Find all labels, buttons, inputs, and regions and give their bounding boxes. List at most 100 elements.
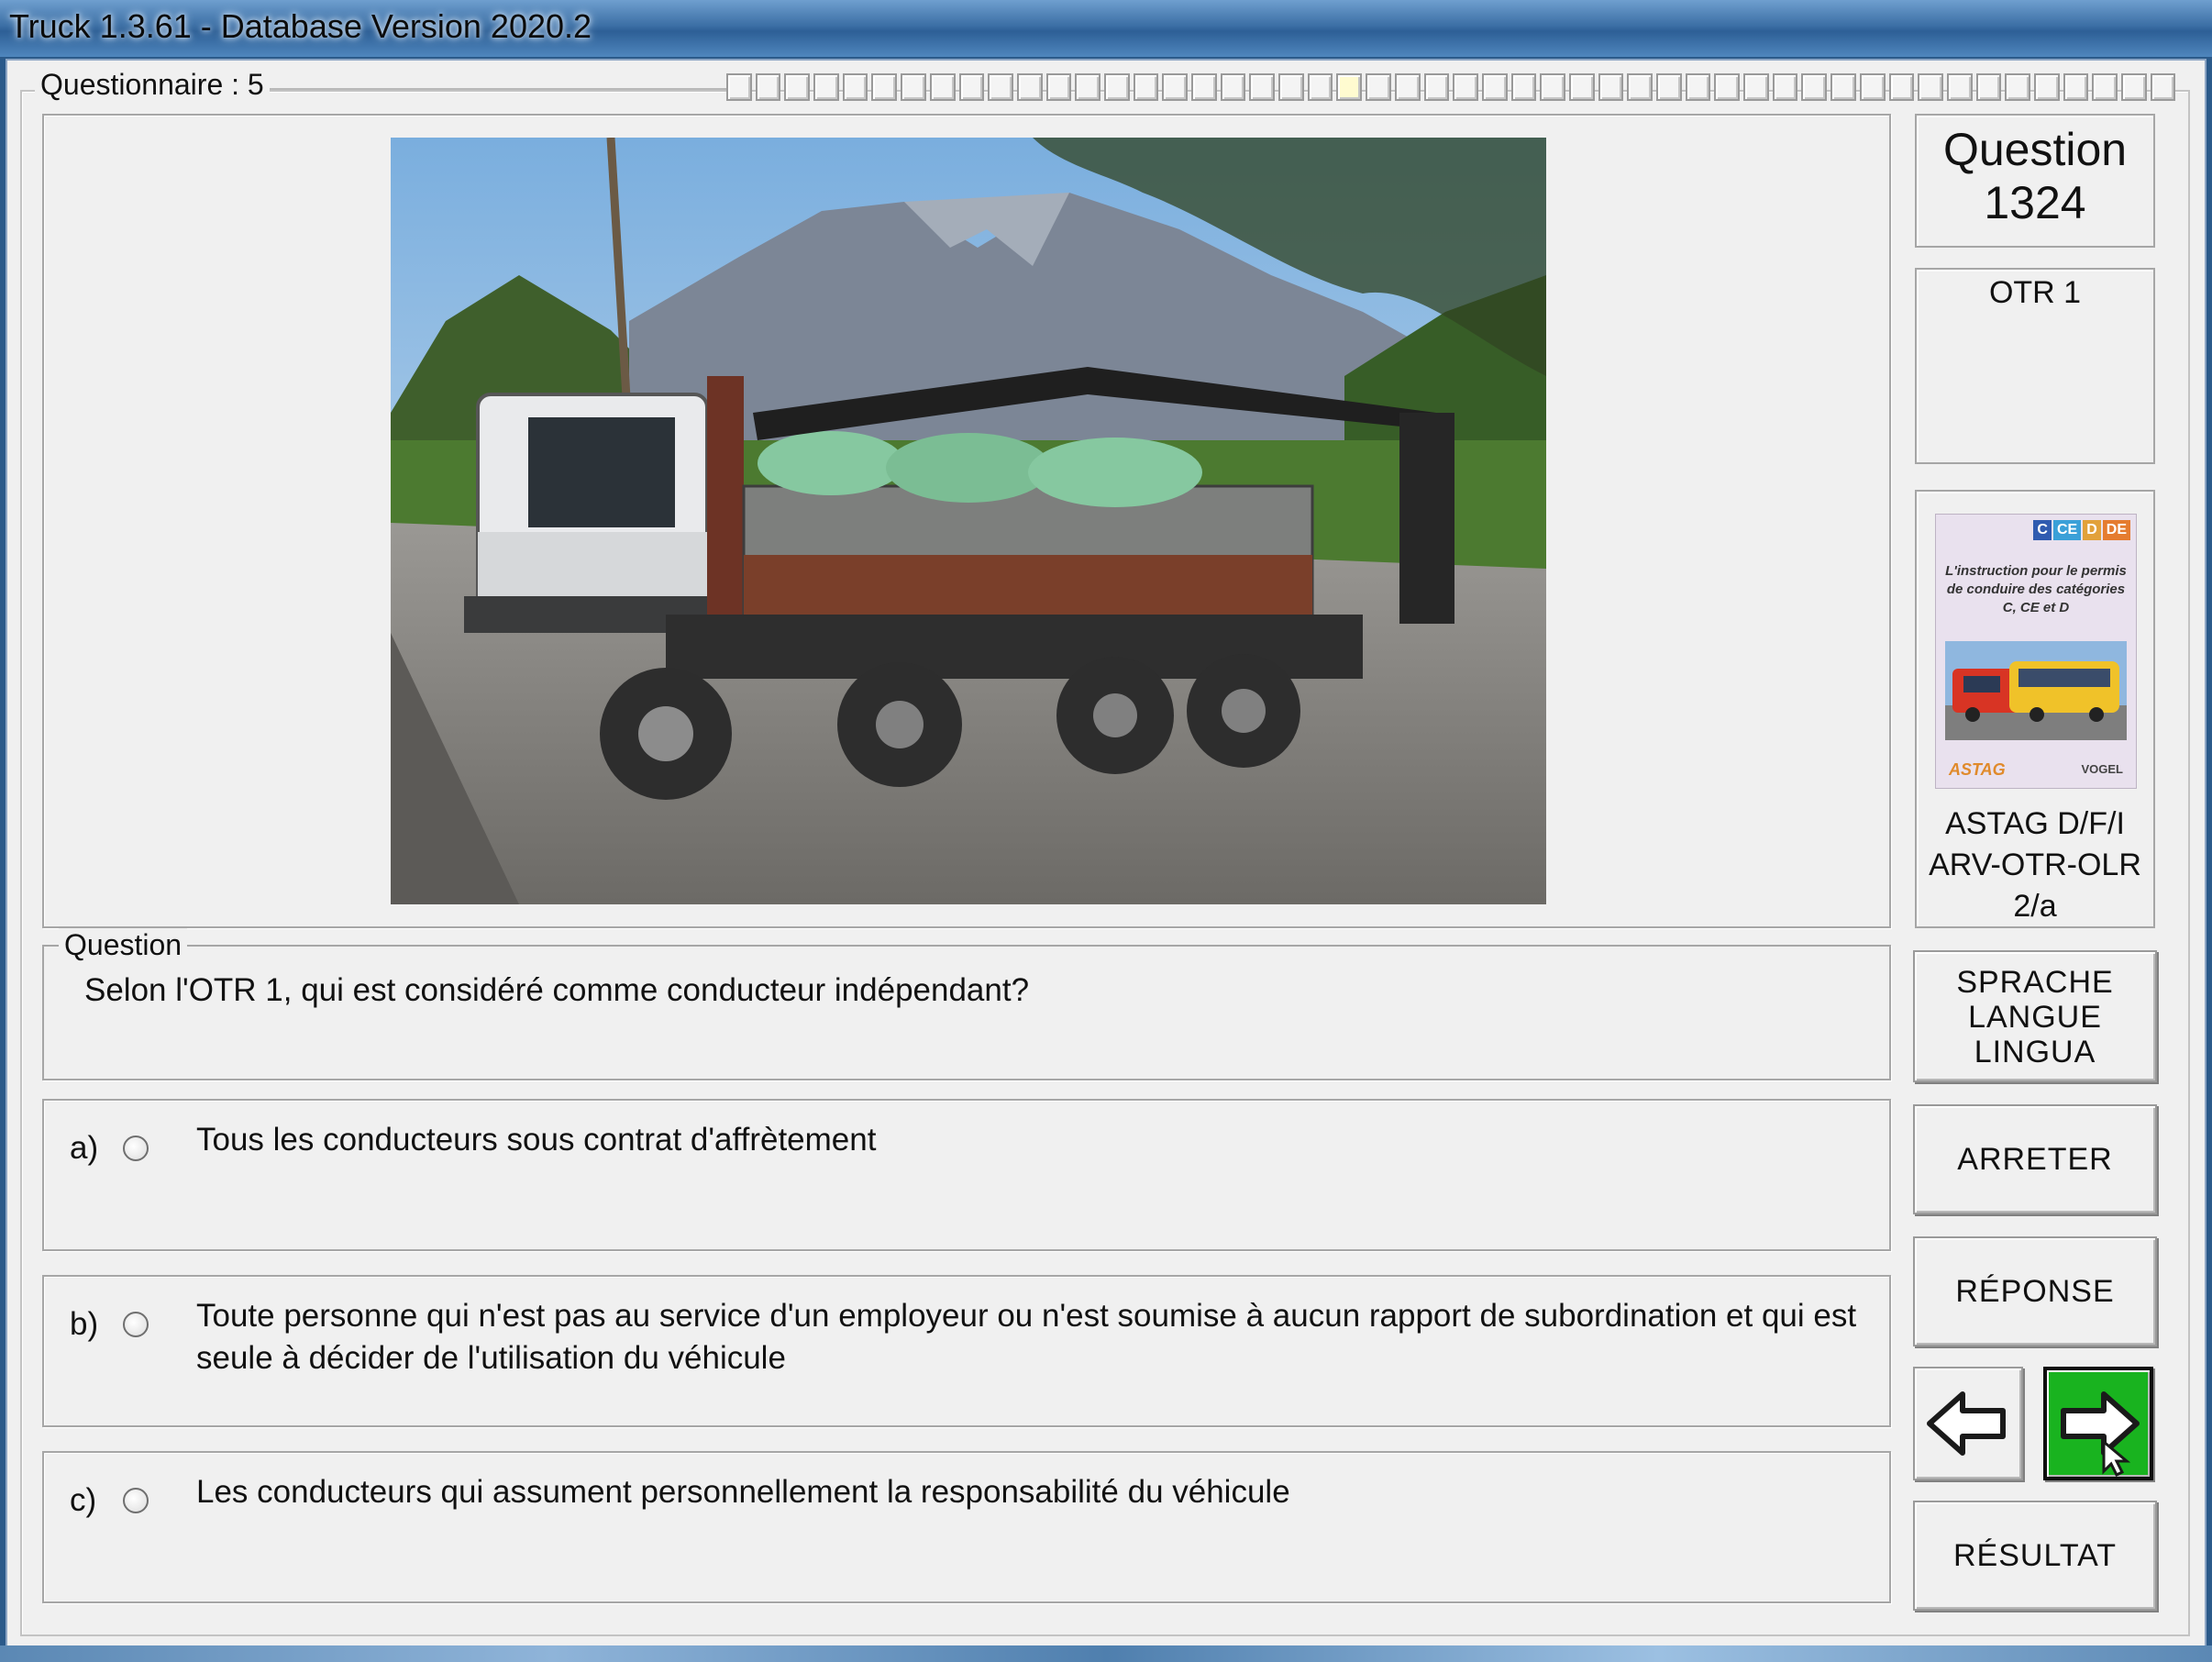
- progress-cell: [1249, 73, 1276, 101]
- answer-radio-b[interactable]: [123, 1312, 149, 1337]
- progress-cell: [2063, 73, 2089, 101]
- answer-letter: b): [70, 1306, 99, 1342]
- progress-cell: [1656, 73, 1682, 101]
- progress-cell: [1859, 73, 1886, 101]
- progress-cell: [1481, 73, 1508, 101]
- book-reference-line-1: ASTAG D/F/I: [1945, 806, 2125, 841]
- progress-cell: [1598, 73, 1624, 101]
- answer-option-c[interactable]: c) Les conducteurs qui assument personne…: [42, 1451, 1891, 1603]
- question-photo: [391, 138, 1546, 904]
- progress-cell: [1307, 73, 1333, 101]
- question-number-heading: Question: [1942, 124, 2128, 175]
- progress-cell: [1366, 73, 1391, 101]
- tag-ce: CE: [2052, 520, 2082, 540]
- title-bar[interactable]: Truck 1.3.61 - Database Version 2020.2: [0, 0, 2212, 57]
- question-number: 1324: [1984, 177, 2086, 228]
- progress-cell: [784, 73, 811, 101]
- language-button[interactable]: SPRACHE LANGUE LINGUA: [1913, 950, 2157, 1082]
- progress-cell: [958, 73, 985, 101]
- question-label: Question: [59, 928, 188, 962]
- progress-cell: [1685, 73, 1711, 101]
- progress-cell: [842, 73, 868, 101]
- book-reference-line-2: ARV-OTR-OLR: [1929, 848, 2141, 882]
- progress-cell: [1830, 73, 1856, 101]
- progress-cell: [1191, 73, 1217, 101]
- frame-divider: [268, 88, 726, 90]
- progress-cell: [1627, 73, 1653, 101]
- tag-d: D: [2083, 520, 2101, 540]
- publisher-logo-left: ASTAG: [1949, 760, 2006, 779]
- show-answer-button[interactable]: RÉPONSE: [1913, 1236, 2157, 1346]
- progress-cell: [755, 73, 781, 101]
- license-category-tags: C CE D DE: [2033, 520, 2130, 540]
- progress-cell: [2121, 73, 2147, 101]
- progress-cell: [901, 73, 926, 101]
- progress-cell: [1278, 73, 1304, 101]
- result-button[interactable]: RÉSULTAT: [1913, 1501, 2157, 1611]
- progress-cell: [1423, 73, 1450, 101]
- answer-text: Tous les conducteurs sous contrat d'affr…: [196, 1122, 877, 1158]
- publisher-logo-right: VOGEL: [2081, 762, 2123, 776]
- tag-de: DE: [2102, 520, 2130, 540]
- progress-cell: [1075, 73, 1100, 101]
- progress-cell: [1103, 73, 1130, 101]
- progress-cell: [1801, 73, 1828, 101]
- answer-letter: a): [70, 1130, 99, 1166]
- progress-cell: [1714, 73, 1741, 101]
- question-number-box: Question 1324: [1915, 114, 2155, 248]
- progress-cell: [2005, 73, 2030, 101]
- book-cover-text: L'instruction pour le permis de conduire…: [1945, 563, 2127, 615]
- language-label-it: LINGUA: [1974, 1035, 2096, 1069]
- questionnaire-label: Questionnaire : 5: [35, 68, 270, 102]
- mouse-cursor-icon: [2102, 1438, 2131, 1478]
- taskbar-strip: [0, 1645, 2212, 1662]
- answer-option-a[interactable]: a) Tous les conducteurs sous contrat d'a…: [42, 1099, 1891, 1251]
- answer-radio-c[interactable]: [123, 1488, 149, 1513]
- progress-cell: [1016, 73, 1043, 101]
- progress-cell: [1918, 73, 1943, 101]
- progress-cell: [1162, 73, 1188, 101]
- answer-radio-a[interactable]: [123, 1136, 149, 1161]
- answer-option-b[interactable]: b) Toute personne qui n'est pas au servi…: [42, 1275, 1891, 1427]
- answer-text: Les conducteurs qui assument personnelle…: [196, 1474, 1290, 1510]
- progress-cell: [1888, 73, 1915, 101]
- question-panel: [42, 945, 1891, 1080]
- question-progress-bar: [726, 73, 2176, 101]
- application-window: Truck 1.3.61 - Database Version 2020.2 Q…: [0, 0, 2212, 1662]
- progress-cell: [1510, 73, 1537, 101]
- progress-cell: [929, 73, 956, 101]
- progress-cell: [1975, 73, 2002, 101]
- progress-cell: [1743, 73, 1769, 101]
- progress-cell: [1568, 73, 1595, 101]
- progress-cell: [2092, 73, 2118, 101]
- book-reference: ASTAG D/F/I ARV-OTR-OLR 2/a: [1917, 803, 2153, 927]
- answer-letter: c): [70, 1482, 97, 1518]
- language-label-de: SPRACHE: [1956, 965, 2114, 1000]
- progress-cell: [1045, 73, 1072, 101]
- progress-cell: [1394, 73, 1421, 101]
- category-box: OTR 1: [1915, 268, 2155, 464]
- progress-cell: [726, 73, 752, 101]
- progress-cell: [1220, 73, 1246, 101]
- progress-cell: [813, 73, 839, 101]
- progress-cell: [988, 73, 1013, 101]
- tag-c: C: [2033, 520, 2052, 540]
- book-cover-image: C CE D DE L'instruction pour le permis d…: [1935, 514, 2137, 789]
- language-label-fr: LANGUE: [1968, 1000, 2102, 1035]
- progress-cell-current: [1336, 73, 1363, 101]
- progress-cell: [1133, 73, 1159, 101]
- category-label: OTR 1: [1988, 275, 2082, 310]
- arrow-left-icon: [1927, 1391, 2006, 1456]
- progress-cell: [871, 73, 898, 101]
- answer-text: Toute personne qui n'est pas au service …: [196, 1298, 1857, 1376]
- arrow-right-icon: [2061, 1391, 2140, 1478]
- progress-cell: [1946, 73, 1973, 101]
- stop-button[interactable]: ARRETER: [1913, 1104, 2157, 1214]
- progress-cell: [1772, 73, 1798, 101]
- window-title: Truck 1.3.61 - Database Version 2020.2: [9, 7, 592, 45]
- book-reference-line-3: 2/a: [2013, 889, 2057, 924]
- progress-cell: [2033, 73, 2060, 101]
- question-text: Selon l'OTR 1, qui est considéré comme c…: [84, 972, 1030, 1008]
- previous-question-button[interactable]: [1913, 1367, 2023, 1480]
- next-question-button[interactable]: [2043, 1367, 2153, 1480]
